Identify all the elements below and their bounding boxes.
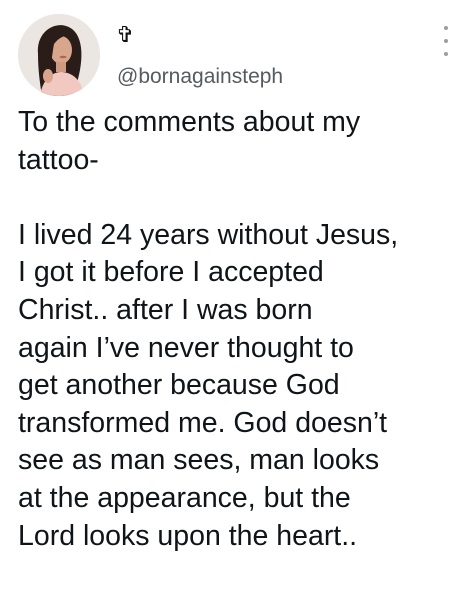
author-display-name[interactable]: ✞ — [116, 24, 134, 48]
profile-photo-icon — [18, 14, 100, 96]
more-options-button[interactable] — [436, 26, 456, 56]
author-handle[interactable]: @bornagainsteph — [117, 64, 283, 90]
more-vertical-icon-dot — [444, 39, 448, 43]
more-vertical-icon — [444, 26, 448, 30]
tweet-text: To the comments about my tattoo- I lived… — [18, 106, 399, 552]
author-avatar[interactable] — [18, 14, 100, 96]
more-vertical-icon-dot — [444, 52, 448, 56]
tweet-card: ✞ @bornagainsteph To the comments about … — [0, 0, 458, 604]
